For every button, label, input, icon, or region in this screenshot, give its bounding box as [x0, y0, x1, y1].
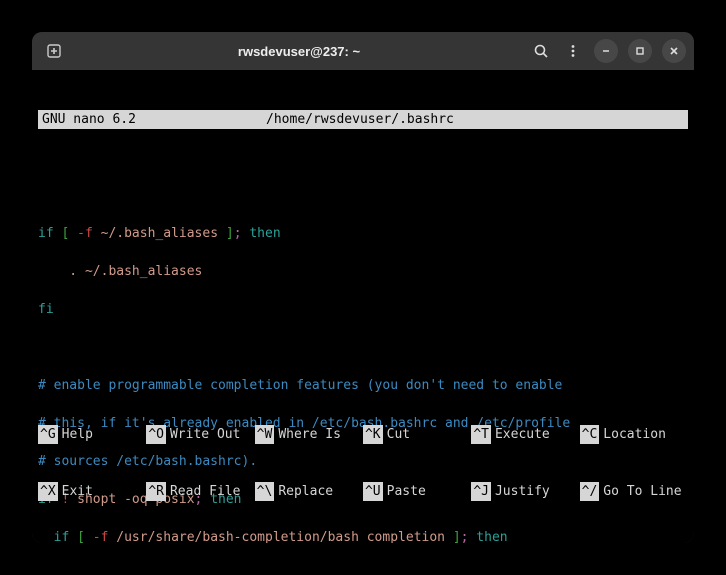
shortcut-cut[interactable]: ^KCut — [363, 425, 471, 444]
shortcut-paste[interactable]: ^UPaste — [363, 482, 471, 501]
shortcut-readfile[interactable]: ^RRead File — [146, 482, 254, 501]
kw-if: if — [38, 226, 54, 241]
titlebar: rwsdevuser@237: ~ — [32, 32, 694, 70]
shortcut-writeout[interactable]: ^OWrite Out — [146, 425, 254, 444]
shortcut-location[interactable]: ^CLocation — [580, 425, 688, 444]
shortcut-execute[interactable]: ^TExecute — [471, 425, 579, 444]
shortcut-gotoline[interactable]: ^/Go To Line — [580, 482, 688, 501]
nano-shortcut-bar: ^GHelp ^OWrite Out ^WWhere Is ^KCut ^TEx… — [38, 387, 688, 539]
maximize-button[interactable] — [628, 39, 652, 63]
window-title: rwsdevuser@237: ~ — [68, 44, 530, 59]
shortcut-whereis[interactable]: ^WWhere Is — [255, 425, 363, 444]
close-button[interactable] — [662, 39, 686, 63]
shortcut-replace[interactable]: ^\Replace — [255, 482, 363, 501]
nano-header: GNU nano 6.2 /home/rwsdevuser/.bashrc — [38, 110, 688, 129]
search-icon[interactable] — [530, 40, 552, 62]
nano-filepath: /home/rwsdevuser/.bashrc — [36, 110, 684, 129]
shortcut-row-1: ^GHelp ^OWrite Out ^WWhere Is ^KCut ^TEx… — [38, 425, 688, 444]
minimize-button[interactable] — [594, 39, 618, 63]
shortcut-row-2: ^XExit ^RRead File ^\Replace ^UPaste ^JJ… — [38, 482, 688, 501]
shortcut-help[interactable]: ^GHelp — [38, 425, 146, 444]
new-tab-icon[interactable] — [43, 40, 65, 62]
menu-icon[interactable] — [562, 40, 584, 62]
terminal-area[interactable]: GNU nano 6.2 /home/rwsdevuser/.bashrc if… — [32, 70, 694, 543]
shortcut-exit[interactable]: ^XExit — [38, 482, 146, 501]
terminal-window: rwsdevuser@237: ~ GNU nano 6.2 /home/rws… — [32, 32, 694, 543]
shortcut-justify[interactable]: ^JJustify — [471, 482, 579, 501]
